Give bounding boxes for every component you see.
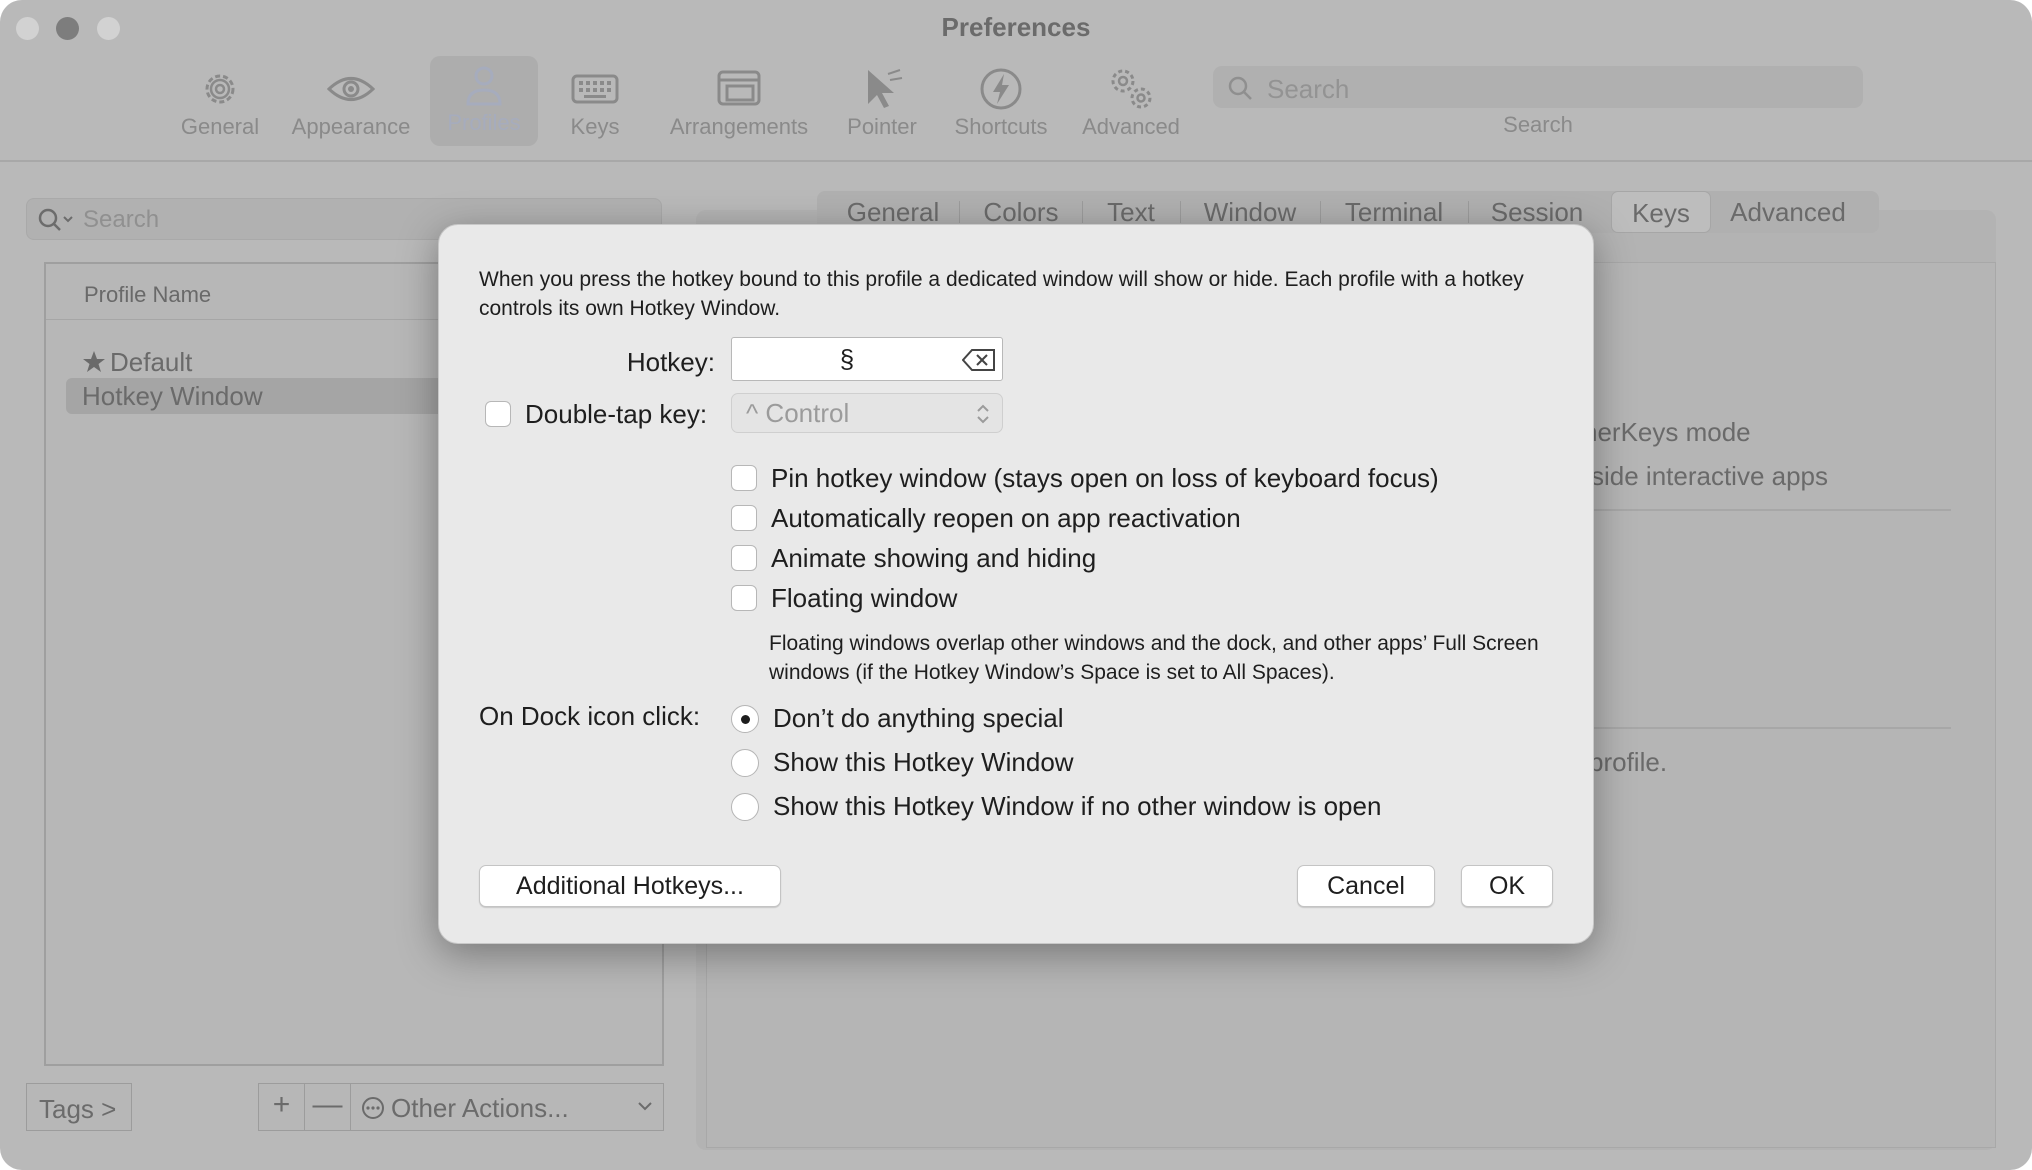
- window-title: Preferences: [941, 12, 1091, 42]
- toolbar-appearance[interactable]: Appearance: [288, 60, 414, 146]
- profile-actions-bar: + — Other Actions...: [258, 1083, 664, 1131]
- chevron-down-icon: [638, 1102, 652, 1111]
- radio-selected-dot: [741, 715, 750, 724]
- floating-window-checkbox[interactable]: [731, 585, 757, 611]
- dock-option-show-if-none-label: Show this Hotkey Window if no other wind…: [773, 791, 1382, 821]
- hotkey-description: When you press the hotkey bound to this …: [479, 268, 1524, 320]
- animate-checkbox[interactable]: [731, 545, 757, 571]
- other-actions-label: Other Actions...: [391, 1093, 569, 1123]
- window-stack-icon: [717, 70, 761, 106]
- hotkey-value: §: [839, 344, 855, 374]
- hotkey-recorder-field[interactable]: §: [731, 337, 1003, 381]
- dock-option-show-label: Show this Hotkey Window: [773, 747, 1074, 777]
- eye-icon: [327, 77, 375, 101]
- remove-profile-button[interactable]: —: [305, 1084, 351, 1130]
- ellipsis-circle-icon: [362, 1097, 384, 1119]
- add-profile-button[interactable]: +: [259, 1084, 305, 1130]
- dock-option-nothing-label: Don’t do anything special: [773, 703, 1064, 733]
- preferences-window: Preferences General Appearance Profiles: [0, 0, 2032, 1170]
- divider: [1587, 727, 1951, 729]
- toolbar-profiles[interactable]: Profiles: [430, 56, 538, 146]
- pin-hotkey-window-checkbox[interactable]: [731, 465, 757, 491]
- lightning-icon: [980, 68, 1022, 110]
- toolbar-arrangements[interactable]: Arrangements: [664, 60, 814, 146]
- additional-hotkeys-button[interactable]: Additional Hotkeys...: [479, 865, 781, 907]
- cancel-button[interactable]: Cancel: [1297, 865, 1435, 907]
- double-tap-label: Double-tap key:: [525, 399, 708, 429]
- toolbar-search-placeholder: Search: [1267, 74, 1350, 104]
- toolbar-shortcuts[interactable]: Shortcuts: [948, 60, 1054, 146]
- toolbar-keys[interactable]: Keys: [560, 60, 630, 146]
- pin-hotkey-window-label: Pin hotkey window (stays open on loss of…: [771, 463, 1439, 493]
- double-tap-checkbox[interactable]: [485, 401, 511, 427]
- star-icon: [83, 351, 105, 372]
- toolbar-pointer[interactable]: Pointer: [842, 60, 922, 146]
- toolbar-search-caption: Search: [1503, 112, 1573, 137]
- chevron-up-down-icon: [977, 404, 989, 424]
- person-icon: [466, 66, 502, 106]
- animate-label: Animate showing and hiding: [771, 543, 1097, 573]
- double-tap-key-select[interactable]: ^ Control: [731, 393, 1003, 433]
- auto-reopen-checkbox[interactable]: [731, 505, 757, 531]
- floating-window-label: Floating window: [771, 583, 958, 613]
- ok-button[interactable]: OK: [1461, 865, 1553, 907]
- toolbar-general[interactable]: General: [178, 60, 262, 146]
- tab-keys[interactable]: Keys: [1611, 191, 1711, 233]
- keyboard-icon: [571, 74, 619, 104]
- background-text: nerKeys mode: [1583, 417, 1751, 447]
- toolbar-divider: [0, 160, 2032, 162]
- toolbar-search-field[interactable]: Search: [1213, 66, 1863, 108]
- auto-reopen-label: Automatically reopen on app reactivation: [771, 503, 1241, 533]
- search-icon: [1228, 76, 1252, 100]
- floating-window-note: Floating windows overlap other windows a…: [769, 632, 1539, 684]
- toolbar-advanced[interactable]: Advanced: [1078, 60, 1184, 146]
- dock-option-show-radio[interactable]: [731, 749, 759, 777]
- dock-click-label: On Dock icon click:: [479, 701, 701, 731]
- hotkey-window-sheet: When you press the hotkey bound to this …: [438, 224, 1594, 944]
- other-actions-menu[interactable]: Other Actions...: [351, 1084, 663, 1130]
- divider: [1587, 509, 1951, 511]
- profile-name: Default: [110, 347, 193, 377]
- search-icon: [38, 208, 73, 231]
- double-tap-key-value: ^ Control: [746, 398, 850, 428]
- clear-hotkey-icon[interactable]: [962, 348, 996, 372]
- hotkey-label: Hotkey:: [626, 347, 715, 377]
- dock-option-nothing-radio[interactable]: [731, 705, 759, 733]
- background-text: side interactive apps: [1591, 461, 1829, 491]
- pointer-icon: [868, 69, 903, 108]
- tab-advanced[interactable]: Advanced: [1715, 191, 1861, 233]
- dock-option-show-if-none-radio[interactable]: [731, 793, 759, 821]
- profile-search-placeholder: Search: [83, 206, 160, 233]
- gears-icon: [1111, 69, 1152, 109]
- tags-button[interactable]: Tags >: [26, 1083, 132, 1131]
- gear-icon: [205, 74, 235, 104]
- profile-name: Hotkey Window: [82, 381, 263, 411]
- background-text: profile.: [1589, 747, 1668, 777]
